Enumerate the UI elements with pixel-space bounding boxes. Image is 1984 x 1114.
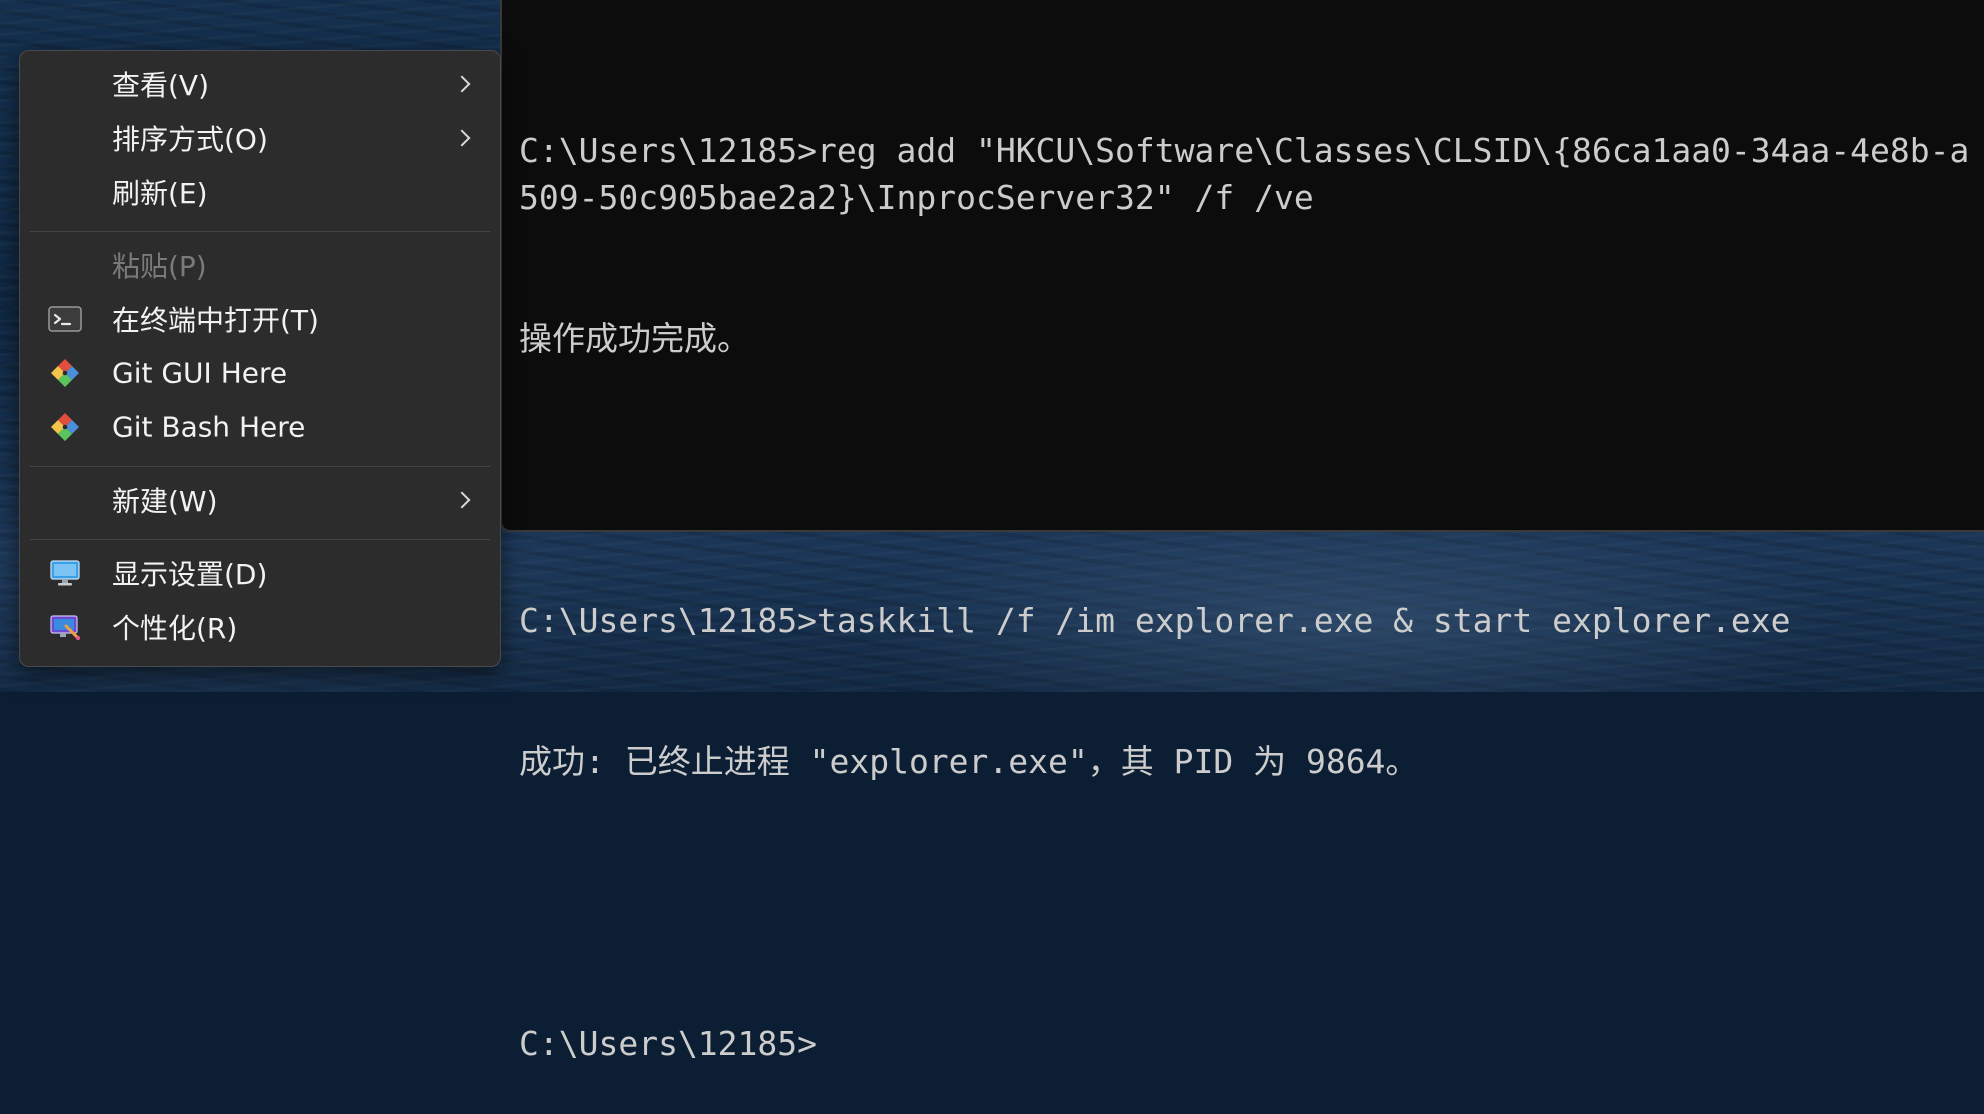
menu-item-git-bash-here[interactable]: Git Bash Here xyxy=(26,401,494,453)
menu-item-label: 查看(V) xyxy=(112,69,210,102)
menu-item-view[interactable]: 查看(V) xyxy=(26,58,494,110)
personalize-icon xyxy=(48,612,82,642)
menu-item-display-settings[interactable]: 显示设置(D) xyxy=(26,547,494,599)
menu-item-label: 刷新(E) xyxy=(112,177,208,210)
desktop-context-menu: 查看(V) 排序方式(O) 刷新(E) 粘贴(P) 在终端中打开(T) Git … xyxy=(19,50,501,667)
terminal-line: 操作成功完成。 xyxy=(519,319,750,358)
menu-item-git-gui-here[interactable]: Git GUI Here xyxy=(26,347,494,399)
menu-item-label: 显示设置(D) xyxy=(112,558,268,591)
menu-item-label: 个性化(R) xyxy=(112,612,238,645)
terminal-line: C:\Users\12185>taskkill /f /im explorer.… xyxy=(519,601,1791,640)
menu-item-refresh[interactable]: 刷新(E) xyxy=(26,166,494,218)
display-settings-icon xyxy=(48,558,82,588)
menu-item-personalize[interactable]: 个性化(R) xyxy=(26,601,494,653)
menu-item-new[interactable]: 新建(W) xyxy=(26,474,494,526)
git-icon xyxy=(48,358,82,388)
menu-item-label: Git GUI Here xyxy=(112,356,288,390)
chevron-right-icon xyxy=(453,491,471,509)
menu-item-label: 粘贴(P) xyxy=(112,250,207,283)
menu-separator xyxy=(30,539,490,540)
menu-separator xyxy=(30,231,490,232)
menu-item-label: Git Bash Here xyxy=(112,410,306,444)
menu-item-label: 在终端中打开(T) xyxy=(112,304,319,337)
terminal-line: 成功: 已终止进程 "explorer.exe"，其 PID 为 9864。 xyxy=(519,742,1419,781)
chevron-right-icon xyxy=(453,75,471,93)
menu-item-label: 排序方式(O) xyxy=(112,123,268,156)
chevron-right-icon xyxy=(453,129,471,147)
menu-item-label: 新建(W) xyxy=(112,485,218,518)
menu-item-paste: 粘贴(P) xyxy=(26,239,494,291)
menu-item-sort-by[interactable]: 排序方式(O) xyxy=(26,112,494,164)
terminal-line: C:\Users\12185>reg add "HKCU\Software\Cl… xyxy=(519,131,1970,217)
terminal-prompt: C:\Users\12185> xyxy=(519,1024,818,1063)
menu-separator xyxy=(30,466,490,467)
terminal-icon xyxy=(48,304,82,334)
git-icon xyxy=(48,412,82,442)
menu-item-open-in-terminal[interactable]: 在终端中打开(T) xyxy=(26,293,494,345)
terminal-output[interactable]: C:\Users\12185>reg add "HKCU\Software\Cl… xyxy=(519,33,1979,1114)
